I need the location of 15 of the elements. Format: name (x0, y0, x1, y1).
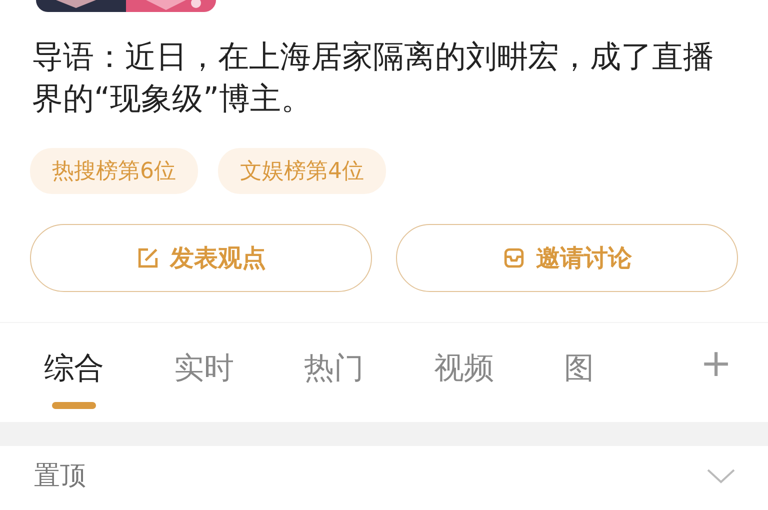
invite-button[interactable]: 邀请讨论 (396, 224, 738, 292)
pinned-label: 置顶 (34, 460, 86, 493)
rank-badge[interactable]: 热搜榜第6位 (30, 148, 198, 194)
tab[interactable]: 视频 (434, 343, 494, 409)
edit-icon (136, 246, 160, 270)
intro-text: 导语：近日，在上海居家隔离的刘畊宏，成了直播界的“现象级”博主。 (32, 38, 715, 119)
tab[interactable]: 图 (564, 343, 594, 409)
tab[interactable]: 综合 (44, 343, 104, 409)
tab[interactable]: 热门 (304, 343, 364, 409)
add-tab-button[interactable]: + (700, 343, 732, 383)
post-opinion-button[interactable]: 发表观点 (30, 224, 372, 292)
tab[interactable]: 实时 (174, 343, 234, 409)
chevron-icon[interactable] (706, 468, 736, 484)
inbox-icon (502, 246, 526, 270)
rank-badge[interactable]: 文娱榜第4位 (218, 148, 386, 194)
